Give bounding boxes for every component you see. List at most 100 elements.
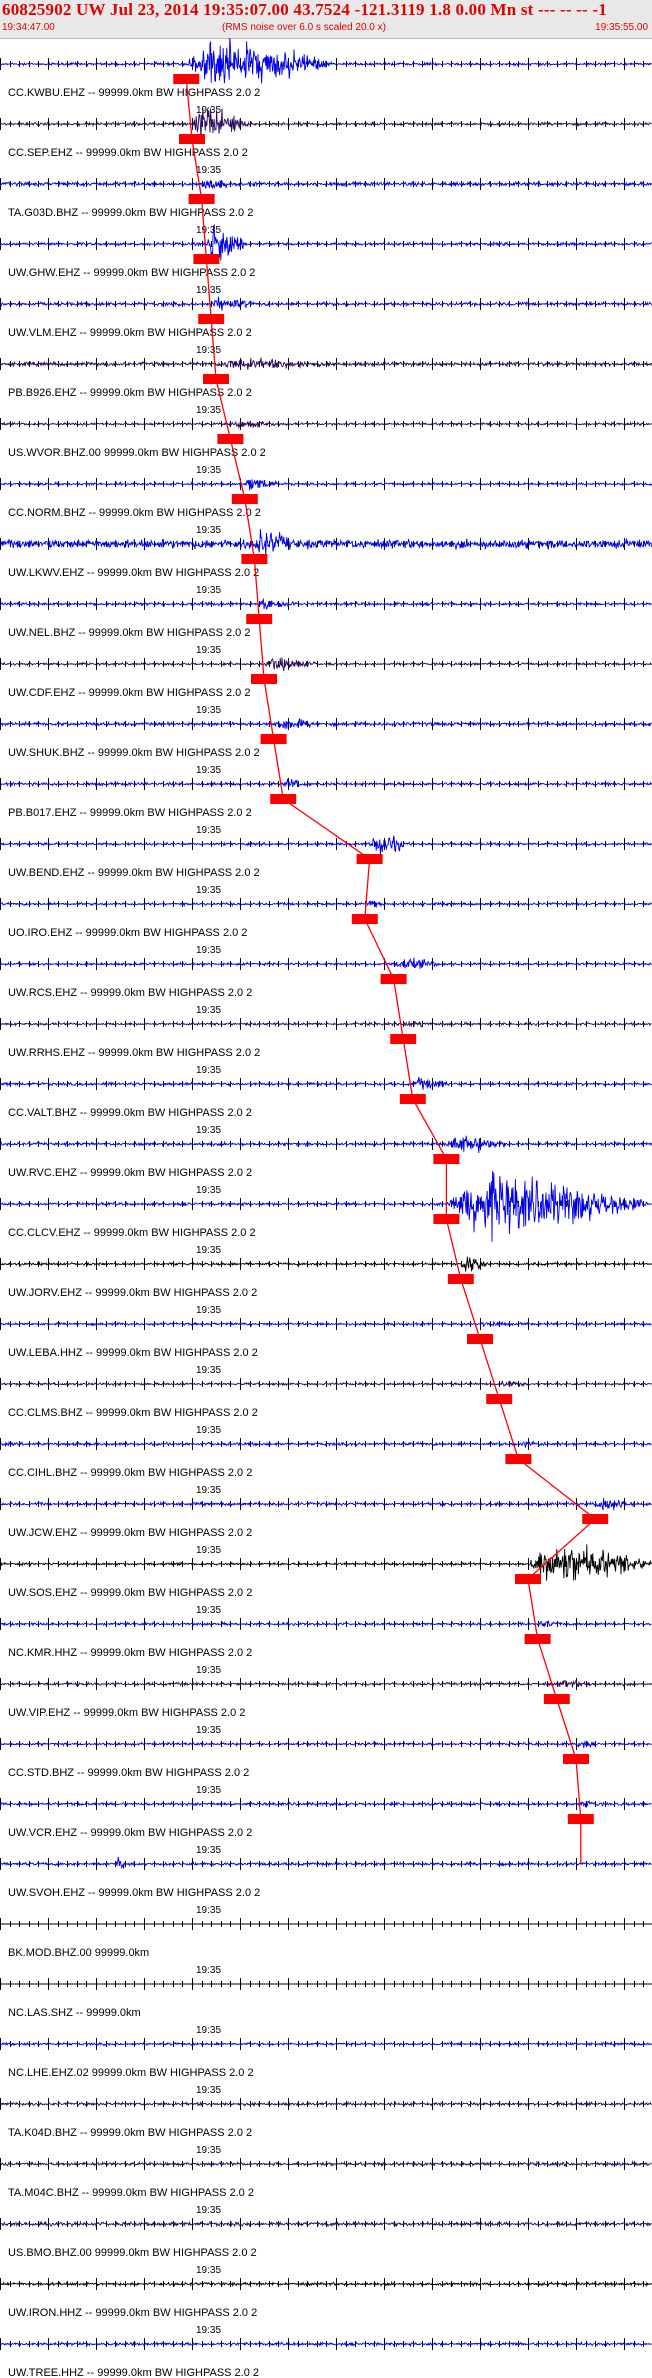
station-label: NC.LHE.EHZ.02 99999.0km BW HIGHPASS 2.0 … <box>8 2067 254 2079</box>
time-tick-label: 19:35 <box>196 2145 221 2156</box>
time-tick-label: 19:35 <box>196 1785 221 1796</box>
waveform <box>0 1440 652 1449</box>
waveform <box>0 2100 652 2108</box>
station-label: BK.MOD.BHZ.00 99999.0km <box>8 1947 149 1959</box>
trace-18: UW.RVC.EHZ -- 99999.0km BW HIGHPASS 2.0 … <box>0 1135 652 1196</box>
waveform <box>0 2280 652 2288</box>
time-tick-label: 19:35 <box>196 645 221 656</box>
waveform <box>0 957 652 969</box>
trace-34: TA.K04D.BHZ -- 99999.0km BW HIGHPASS 2.0… <box>0 2098 652 2156</box>
trace-13: UW.BEND.EHZ -- 99999.0km BW HIGHPASS 2.0… <box>0 835 652 896</box>
time-tick-label: 19:35 <box>196 1125 221 1136</box>
station-label: UW.CDF.EHZ -- 99999.0km BW HIGHPASS 2.0 … <box>8 687 250 699</box>
waveform <box>0 1544 652 1581</box>
station-label: PB.B926.EHZ -- 99999.0km BW HIGHPASS 2.0… <box>8 387 252 399</box>
station-label: NC.KMR.HHZ -- 99999.0km BW HIGHPASS 2.0 … <box>8 1647 252 1659</box>
waveform <box>0 479 652 491</box>
time-tick-label: 19:35 <box>196 165 221 176</box>
time-tick-label: 19:35 <box>196 1605 221 1616</box>
trace-1: CC.SEP.EHZ -- 99999.0km BW HIGHPASS 2.0 … <box>0 107 652 176</box>
station-label: UW.SHUK.BHZ -- 99999.0km BW HIGHPASS 2.0… <box>8 747 260 759</box>
trace-11: UW.SHUK.BHZ -- 99999.0km BW HIGHPASS 2.0… <box>0 718 652 776</box>
trace-8: UW.LKWV.EHZ -- 99999.0km BW HIGHPASS 2.0… <box>0 529 652 596</box>
waveform <box>0 1256 652 1272</box>
end-time-label: 19:35:55.00 <box>595 22 648 33</box>
waveform <box>0 1619 652 1628</box>
waveform <box>0 2341 652 2348</box>
station-label: US.WVOR.BHZ.00 99999.0km BW HIGHPASS 2.0… <box>8 447 266 459</box>
waveform <box>0 1497 652 1511</box>
time-tick-label: 19:35 <box>196 1425 221 1436</box>
waveform <box>0 38 652 84</box>
trace-31: BK.MOD.BHZ.00 99999.0km 19:35 <box>0 1918 652 1976</box>
time-tick-label: 19:35 <box>196 1185 221 1196</box>
time-tick-label: 19:35 <box>196 2325 221 2336</box>
trace-28: CC.STD.BHZ -- 99999.0km BW HIGHPASS 2.0 … <box>0 1738 652 1796</box>
station-label: UW.LEBA.HHZ -- 99999.0km BW HIGHPASS 2.0… <box>8 1347 258 1359</box>
time-tick-label: 19:35 <box>196 585 221 596</box>
trace-21: UW.LEBA.HHZ -- 99999.0km BW HIGHPASS 2.0… <box>0 1318 652 1376</box>
time-tick-label: 19:35 <box>196 1365 221 1376</box>
station-label: UW.VLM.EHZ -- 99999.0km BW HIGHPASS 2.0 … <box>8 327 252 339</box>
waveform <box>0 2220 652 2228</box>
waveform <box>0 1135 652 1154</box>
waveform <box>0 2160 652 2168</box>
waveform <box>0 1020 652 1028</box>
station-label: CC.CLCV.EHZ -- 99999.0km BW HIGHPASS 2.0… <box>8 1227 256 1239</box>
station-label: UW.SVOH.EHZ -- 99999.0km BW HIGHPASS 2.0… <box>8 1887 260 1899</box>
time-tick-label: 19:35 <box>196 1485 221 1496</box>
waveform <box>0 420 652 429</box>
trace-30: UW.SVOH.EHZ -- 99999.0km BW HIGHPASS 2.0… <box>0 1856 652 1916</box>
trace-17: CC.VALT.BHZ -- 99999.0km BW HIGHPASS 2.0… <box>0 1076 652 1136</box>
trace-3: UW.GHW.EHZ -- 99999.0km BW HIGHPASS 2.0 … <box>0 223 652 296</box>
time-tick-label: 19:35 <box>196 2025 221 2036</box>
station-label: UW.GHW.EHZ -- 99999.0km BW HIGHPASS 2.0 … <box>8 267 255 279</box>
trace-4: UW.VLM.EHZ -- 99999.0km BW HIGHPASS 2.0 … <box>0 296 652 356</box>
trace-9: UW.NEL.BHZ -- 99999.0km BW HIGHPASS 2.0 … <box>0 597 652 656</box>
waveform <box>0 657 652 672</box>
time-tick-label: 19:35 <box>196 945 221 956</box>
time-tick-label: 19:35 <box>196 1005 221 1016</box>
start-time-label: 19:34:47.00 <box>2 22 55 33</box>
trace-35: TA.M04C.BHZ -- 99999.0km BW HIGHPASS 2.0… <box>0 2158 652 2216</box>
station-label: UW.NEL.BHZ -- 99999.0km BW HIGHPASS 2.0 … <box>8 627 250 639</box>
waveform <box>0 223 652 265</box>
time-tick-label: 19:35 <box>196 465 221 476</box>
trace-27: UW.VIP.EHZ -- 99999.0km BW HIGHPASS 2.0 … <box>0 1678 652 1736</box>
time-tick-label: 19:35 <box>196 1065 221 1076</box>
station-label: UO.IRO.EHZ -- 99999.0km BW HIGHPASS 2.0 … <box>8 927 247 939</box>
station-label: TA.K04D.BHZ -- 99999.0km BW HIGHPASS 2.0… <box>8 2127 252 2139</box>
station-label: CC.STD.BHZ -- 99999.0km BW HIGHPASS 2.0 … <box>8 1767 249 1779</box>
time-tick-label: 19:35 <box>196 2085 221 2096</box>
waveform <box>0 778 652 788</box>
trace-7: CC.NORM.BHZ -- 99999.0km BW HIGHPASS 2.0… <box>0 478 652 536</box>
waveform <box>0 357 652 370</box>
waveform <box>0 296 652 311</box>
trace-38: UW.TREE.HHZ -- 99999.0km BW HIGHPASS 2.0… <box>0 2338 652 2378</box>
station-label: CC.CIHL.BHZ -- 99999.0km BW HIGHPASS 2.0… <box>8 1467 252 1479</box>
waveform <box>0 597 652 610</box>
trace-37: UW.IRON.HHZ -- 99999.0km BW HIGHPASS 2.0… <box>0 2278 652 2336</box>
plot-subtitle: (RMS noise over 6.0 s scaled 20.0 x) <box>222 22 386 33</box>
waveform <box>0 1856 652 1870</box>
trace-26: NC.KMR.HHZ -- 99999.0km BW HIGHPASS 2.0 … <box>0 1618 652 1676</box>
waveform <box>0 1320 652 1328</box>
station-label: CC.KWBU.EHZ -- 99999.0km BW HIGHPASS 2.0… <box>8 87 260 99</box>
station-label: UW.SOS.EHZ -- 99999.0km BW HIGHPASS 2.0 … <box>8 1587 252 1599</box>
trace-29: UW.VCR.EHZ -- 99999.0km BW HIGHPASS 2.0 … <box>0 1798 652 1856</box>
waveform <box>0 899 652 908</box>
station-label: CC.VALT.BHZ -- 99999.0km BW HIGHPASS 2.0… <box>8 1107 252 1119</box>
plot-header: 60825902 UW Jul 23, 2014 19:35:07.00 43.… <box>0 0 652 39</box>
station-label: UW.IRON.HHZ -- 99999.0km BW HIGHPASS 2.0… <box>8 2307 257 2319</box>
time-tick-label: 19:35 <box>196 2205 221 2216</box>
waveform <box>0 835 652 856</box>
time-tick-label: 19:35 <box>196 765 221 776</box>
seismogram-plot: CC.KWBU.EHZ -- 99999.0km BW HIGHPASS 2.0… <box>0 38 652 2378</box>
time-tick-label: 19:35 <box>196 1545 221 1556</box>
waveform <box>0 1379 652 1388</box>
station-label: UW.VCR.EHZ -- 99999.0km BW HIGHPASS 2.0 … <box>8 1827 252 1839</box>
trace-36: US.BMO.BHZ.00 99999.0km BW HIGHPASS 2.0 … <box>0 2218 652 2276</box>
trace-6: US.WVOR.BHZ.00 99999.0km BW HIGHPASS 2.0… <box>0 418 652 476</box>
station-label: NC.LAS.SHZ -- 99999.0km <box>8 2007 141 2019</box>
station-label: TA.G03D.BHZ -- 99999.0km BW HIGHPASS 2.0… <box>8 207 253 219</box>
